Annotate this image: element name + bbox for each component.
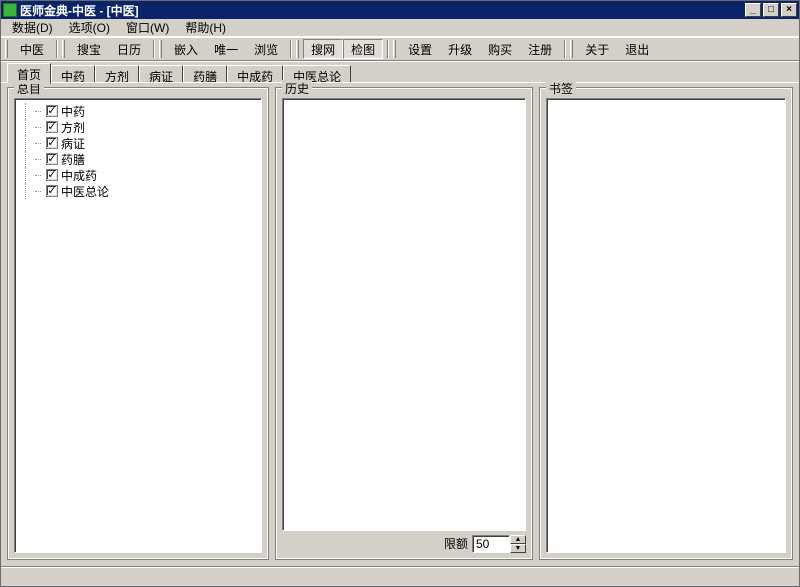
status-bar: [1, 566, 799, 586]
toolbar-button-calendar[interactable]: 日历: [109, 39, 149, 59]
toolbar-grip: [296, 40, 299, 58]
limit-input[interactable]: [472, 535, 510, 553]
tree-checkbox[interactable]: ✓: [46, 185, 58, 197]
toolbar-button-register[interactable]: 注册: [520, 39, 560, 59]
tab-1[interactable]: 中药: [51, 65, 95, 83]
window-title: 医师金典-中医 - [中医]: [20, 2, 743, 19]
tree-line-icon: [35, 111, 41, 112]
tree-item-label: 中成药: [61, 167, 97, 184]
tree-item-label: 病证: [61, 135, 85, 152]
title-bar: 医师金典-中医 - [中医] _ □ ×: [1, 1, 799, 19]
toolbar-grip: [5, 40, 8, 58]
tree-item[interactable]: ✓中药: [21, 103, 255, 119]
toolbar-separator: [56, 40, 58, 58]
toolbar-button-exit[interactable]: 退出: [617, 39, 657, 59]
tree-item-label: 中药: [61, 103, 85, 120]
toolbar-button-embed[interactable]: 嵌入: [166, 39, 206, 59]
tree-pane[interactable]: ✓中药✓方剂✓病证✓药膳✓中成药✓中医总论: [14, 98, 262, 553]
menu-help[interactable]: 帮助(H): [178, 18, 233, 37]
menu-window[interactable]: 窗口(W): [119, 18, 176, 37]
tree-line-icon: [35, 159, 41, 160]
spin-down-button[interactable]: ▼: [510, 544, 526, 553]
tree-item-label: 中医总论: [61, 183, 109, 200]
spin-up-button[interactable]: ▲: [510, 535, 526, 544]
tree-item[interactable]: ✓中成药: [21, 167, 255, 183]
toolbar-button-buy[interactable]: 购买: [480, 39, 520, 59]
panel-history: 历史 限额 ▲ ▼: [275, 87, 533, 560]
limit-label: 限额: [444, 535, 468, 552]
panel-bookmarks: 书签: [539, 87, 793, 560]
tab-4[interactable]: 药膳: [183, 65, 227, 83]
toolbar-grip: [159, 40, 162, 58]
tree-line-icon: [35, 143, 41, 144]
panel-bookmarks-title: 书签: [546, 80, 576, 97]
tree-line-icon: [35, 191, 41, 192]
tree-checkbox[interactable]: ✓: [46, 153, 58, 165]
main-area: 总目 ✓中药✓方剂✓病证✓药膳✓中成药✓中医总论 历史 限额 ▲ ▼: [1, 83, 799, 566]
menu-options[interactable]: 选项(O): [62, 18, 117, 37]
tree-checkbox[interactable]: ✓: [46, 137, 58, 149]
toolbar-button-upgrade[interactable]: 升级: [440, 39, 480, 59]
maximize-button[interactable]: □: [763, 3, 779, 17]
spinner-buttons: ▲ ▼: [510, 535, 526, 553]
toolbar: 中医搜宝日历嵌入唯一浏览搜网检图设置升级购买注册关于退出: [1, 37, 799, 61]
tree-checkbox[interactable]: ✓: [46, 169, 58, 181]
bookmark-list[interactable]: [546, 98, 786, 553]
app-icon: [3, 3, 17, 17]
toolbar-separator: [564, 40, 566, 58]
toolbar-grip: [393, 40, 396, 58]
minimize-button[interactable]: _: [745, 3, 761, 17]
tabstrip: 首页中药方剂病证药膳中成药中医总论: [1, 61, 799, 83]
toolbar-grip: [62, 40, 65, 58]
toolbar-button-browse[interactable]: 浏览: [246, 39, 286, 59]
tree-item[interactable]: ✓药膳: [21, 151, 255, 167]
tree-line-icon: [35, 175, 41, 176]
toolbar-button-settings[interactable]: 设置: [400, 39, 440, 59]
tree-checkbox[interactable]: ✓: [46, 105, 58, 117]
toolbar-button-souwang[interactable]: 搜网: [303, 39, 343, 59]
tab-2[interactable]: 方剂: [95, 65, 139, 83]
tab-5[interactable]: 中成药: [227, 65, 283, 83]
tree-item[interactable]: ✓中医总论: [21, 183, 255, 199]
tree-item[interactable]: ✓方剂: [21, 119, 255, 135]
toolbar-grip: [570, 40, 573, 58]
tree-checkbox[interactable]: ✓: [46, 121, 58, 133]
tree-item-label: 方剂: [61, 119, 85, 136]
tree-root: ✓中药✓方剂✓病证✓药膳✓中成药✓中医总论: [17, 101, 259, 201]
tree-item-label: 药膳: [61, 151, 85, 168]
close-button[interactable]: ×: [781, 3, 797, 17]
menu-data[interactable]: 数据(D): [5, 18, 60, 37]
toolbar-button-jiantu[interactable]: 检图: [343, 39, 383, 59]
toolbar-button-soubao[interactable]: 搜宝: [69, 39, 109, 59]
history-list[interactable]: [282, 98, 526, 531]
tree-line-icon: [35, 127, 41, 128]
toolbar-button-unique[interactable]: 唯一: [206, 39, 246, 59]
toolbar-separator: [387, 40, 389, 58]
tab-3[interactable]: 病证: [139, 65, 183, 83]
menu-bar: 数据(D) 选项(O) 窗口(W) 帮助(H): [1, 19, 799, 37]
toolbar-button-tcm[interactable]: 中医: [12, 39, 52, 59]
toolbar-button-about[interactable]: 关于: [577, 39, 617, 59]
tab-0[interactable]: 首页: [7, 63, 51, 84]
toolbar-separator: [290, 40, 292, 58]
app-window: 医师金典-中医 - [中医] _ □ × 数据(D) 选项(O) 窗口(W) 帮…: [0, 0, 800, 587]
toolbar-separator: [153, 40, 155, 58]
history-footer: 限额 ▲ ▼: [282, 531, 526, 553]
tree-item[interactable]: ✓病证: [21, 135, 255, 151]
panel-history-title: 历史: [282, 80, 312, 97]
limit-spinner: ▲ ▼: [472, 535, 526, 553]
panel-contents: 总目 ✓中药✓方剂✓病证✓药膳✓中成药✓中医总论: [7, 87, 269, 560]
